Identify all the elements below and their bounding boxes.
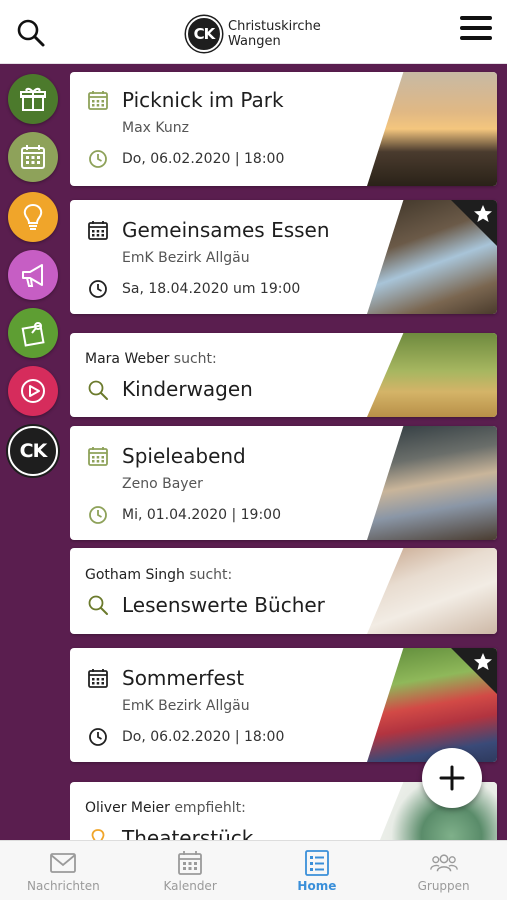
event-title: Gemeinsames Essen <box>122 218 330 242</box>
tab-label: Home <box>297 878 337 893</box>
recommendation-title: Theaterstück <box>122 826 254 840</box>
request-title: Kinderwagen <box>122 377 253 401</box>
recommender-line: Oliver Meier empfiehlt: <box>85 800 246 816</box>
event-title: Picknick im Park <box>122 88 284 112</box>
lightbulb-icon <box>91 829 105 840</box>
event-card[interactable]: Picknick im Park Max Kunz Do, 06.02.2020… <box>70 72 497 186</box>
star-icon <box>474 653 492 670</box>
lightbulb-icon[interactable] <box>8 192 58 242</box>
church-logo[interactable]: CK Christuskirche Wangen <box>186 16 326 52</box>
request-verb: sucht: <box>189 567 233 583</box>
pin-note-icon[interactable] <box>8 308 58 358</box>
calendar-icon <box>178 850 203 875</box>
event-date: Mi, 01.04.2020 | 19:00 <box>122 507 281 523</box>
app-header: CK Christuskirche Wangen <box>0 0 507 64</box>
requester-line: Gotham Singh sucht: <box>85 567 232 583</box>
requester-name: Gotham Singh <box>85 567 185 583</box>
plus-icon <box>439 765 465 791</box>
brand-name: Christuskirche Wangen <box>228 19 321 49</box>
ck-logo-icon[interactable]: CK <box>8 426 58 476</box>
tab-label: Gruppen <box>417 878 470 893</box>
event-organizer: Zeno Bayer <box>122 476 203 492</box>
ck-logo-letters: CK <box>19 440 48 462</box>
tab-home[interactable]: Home <box>254 841 381 900</box>
event-date: Do, 06.02.2020 | 18:00 <box>122 151 285 167</box>
brand-line-2: Wangen <box>228 34 281 49</box>
request-title: Lesenswerte Bücher <box>122 593 325 617</box>
tab-nachrichten[interactable]: Nachrichten <box>0 841 127 900</box>
event-date: Sa, 18.04.2020 um 19:00 <box>122 281 301 297</box>
event-organizer: EmK Bezirk Allgäu <box>122 250 250 266</box>
hamburger-menu-icon[interactable] <box>460 16 492 44</box>
event-date: Do, 06.02.2020 | 18:00 <box>122 729 285 745</box>
star-icon <box>474 205 492 222</box>
tab-label: Nachrichten <box>27 878 100 893</box>
envelope-icon <box>50 852 77 873</box>
tab-label: Kalender <box>163 878 217 893</box>
park-sunset-photo <box>367 72 497 186</box>
recommend-verb: empfiehlt: <box>174 800 246 816</box>
request-card[interactable]: Mara Weber sucht: Kinderwagen <box>70 333 497 417</box>
event-card[interactable]: Sommerfest EmK Bezirk Allgäu Do, 06.02.2… <box>70 648 497 762</box>
home-feed[interactable]: Picknick im Park Max Kunz Do, 06.02.2020… <box>70 64 500 840</box>
clock-icon <box>89 506 107 524</box>
list-icon <box>304 849 329 876</box>
calendar-icon[interactable] <box>8 132 58 182</box>
event-title: Spieleabend <box>122 444 246 468</box>
bottom-tab-bar: Nachrichten Kalender Home Gruppen <box>0 840 507 900</box>
search-icon[interactable] <box>16 18 46 48</box>
search-icon <box>88 595 108 615</box>
ck-logo-icon: CK <box>186 16 222 52</box>
category-sidebar: CK <box>0 64 66 840</box>
event-card[interactable]: Spieleabend Zeno Bayer Mi, 01.04.2020 | … <box>70 426 497 540</box>
group-icon <box>429 853 458 871</box>
requester-name: Mara Weber <box>85 351 170 367</box>
event-organizer: EmK Bezirk Allgäu <box>122 698 250 714</box>
calendar-icon <box>88 91 108 110</box>
family-walk-photo <box>367 333 497 417</box>
tab-gruppen[interactable]: Gruppen <box>380 841 507 900</box>
event-title: Sommerfest <box>122 666 245 690</box>
calendar-icon <box>88 221 108 240</box>
gift-icon[interactable] <box>8 74 58 124</box>
requester-line: Mara Weber sucht: <box>85 351 217 367</box>
calendar-icon <box>88 669 108 688</box>
chess-game-photo <box>367 426 497 540</box>
add-button[interactable] <box>422 748 482 808</box>
recommender-name: Oliver Meier <box>85 800 170 816</box>
request-verb: sucht: <box>173 351 217 367</box>
clock-icon <box>89 728 107 746</box>
tab-kalender[interactable]: Kalender <box>127 841 254 900</box>
clock-icon <box>89 280 107 298</box>
search-icon <box>88 380 108 400</box>
megaphone-icon[interactable] <box>8 250 58 300</box>
calendar-icon <box>88 447 108 466</box>
request-card[interactable]: Gotham Singh sucht: Lesenswerte Bücher <box>70 548 497 634</box>
event-card[interactable]: Gemeinsames Essen EmK Bezirk Allgäu Sa, … <box>70 200 497 314</box>
open-book-photo <box>367 548 497 634</box>
event-organizer: Max Kunz <box>122 120 189 136</box>
play-icon[interactable] <box>8 366 58 416</box>
brand-line-1: Christuskirche <box>228 19 321 34</box>
clock-icon <box>89 150 107 168</box>
